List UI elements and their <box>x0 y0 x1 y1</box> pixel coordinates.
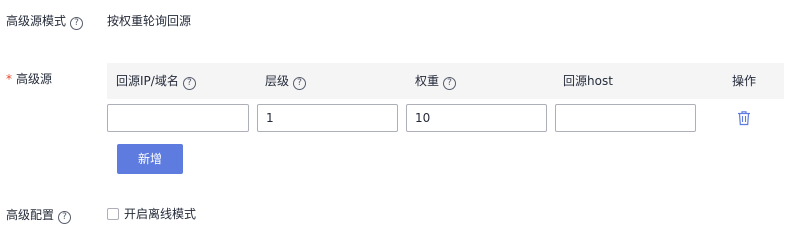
col-host: 回源host <box>563 74 613 88</box>
col-level: 层级? <box>265 63 307 99</box>
weight-input[interactable] <box>406 104 547 132</box>
col-weight: 权重? <box>415 63 457 99</box>
help-icon[interactable]: ? <box>293 77 307 90</box>
help-icon[interactable]: ? <box>443 77 457 90</box>
mode-label: 高级源模式 <box>6 14 67 28</box>
delete-icon[interactable] <box>737 110 751 126</box>
col-ip-domain: 回源IP/域名? <box>116 63 196 99</box>
level-input[interactable] <box>257 104 398 132</box>
help-icon[interactable]: ? <box>182 77 196 90</box>
help-icon[interactable]: ? <box>70 17 84 30</box>
required-mark: * <box>6 72 12 86</box>
offline-mode-checkbox[interactable] <box>107 208 119 220</box>
mode-label-group: 高级源模式? <box>6 13 84 30</box>
advanced-config-label: 高级配置 <box>6 208 55 222</box>
add-button[interactable]: 新增 <box>117 144 183 174</box>
advanced-source-label-group: * 高级源 <box>6 71 52 87</box>
col-actions: 操作 <box>732 74 757 88</box>
source-table-header: 回源IP/域名? 层级? 权重? 回源host 操作 <box>107 63 784 99</box>
mode-value: 按权重轮询回源 <box>107 14 192 28</box>
offline-mode-label[interactable]: 开启离线模式 <box>124 206 196 222</box>
advanced-source-label: 高级源 <box>16 72 53 86</box>
help-icon[interactable]: ? <box>58 211 72 224</box>
ip-domain-input[interactable] <box>107 104 249 132</box>
advanced-config-label-group: 高级配置? <box>6 207 72 224</box>
host-input[interactable] <box>555 104 696 132</box>
